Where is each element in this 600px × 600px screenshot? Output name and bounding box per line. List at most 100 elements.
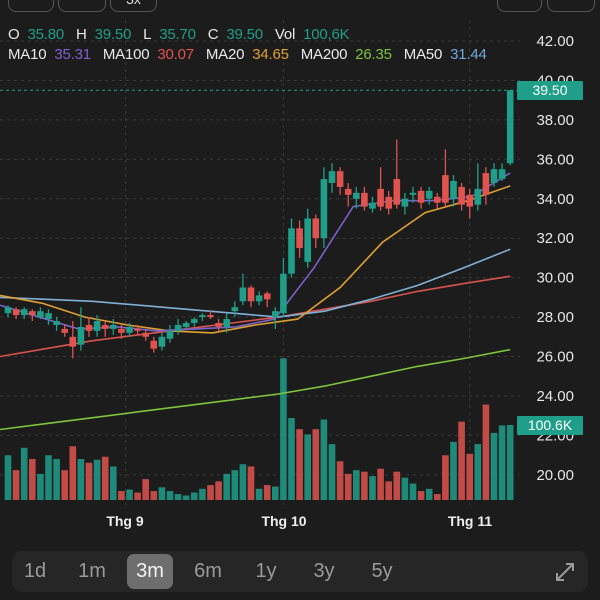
volume-bar [45,455,52,500]
ma200-label: MA200 26.35 [300,46,392,63]
volume-bar [296,429,303,500]
volume-bar [110,466,117,500]
volume-label: Vol 100,6K [274,26,350,43]
candle-body [280,273,287,314]
volume-bar [442,455,449,500]
range-1y[interactable]: 1y [243,554,289,589]
volume-bar [53,458,60,500]
ma-line-ma200 [0,348,511,431]
x-label-thg11: Thg 11 [447,513,493,529]
candle-body [134,328,141,331]
candle-body [328,171,336,183]
candle-body [239,287,247,302]
volume-bar [320,419,328,500]
range-3m[interactable]: 3m [127,554,173,589]
candle-body [182,322,190,327]
candle-body [401,198,409,207]
volume-bar [280,358,287,500]
y-tick-label: 24.00 [536,388,574,405]
candle-body [126,326,133,333]
volume-bar [20,447,28,500]
candle-body [12,309,20,316]
open-label: O 35.80 [8,26,64,43]
volume-bar [425,488,433,500]
candle-body [118,328,125,333]
volume-bar [344,473,352,500]
ma-line-ma20 [0,185,511,334]
volume-bar [239,464,247,500]
volume-bar [199,488,206,500]
candle-body [77,326,85,345]
range-1m[interactable]: 1m [69,554,115,589]
candle-body [385,196,392,209]
range-3y[interactable]: 3y [301,554,347,589]
volume-bar [207,485,214,500]
range-1d[interactable]: 1d [12,554,58,589]
volume-bar [417,491,425,500]
candle-body [272,311,279,318]
volume-bar [255,488,263,500]
y-tick-label: 32.00 [536,230,574,247]
candle-body [255,295,263,302]
volume-bar [409,483,417,500]
price-chart[interactable]: 42.0040.0038.0036.0034.0032.0030.0028.00… [0,0,600,545]
volume-bar [158,487,166,500]
ma-line-ma10 [0,172,511,332]
candle-body [85,324,93,331]
candle-body [110,324,117,329]
ma-line-ma100 [0,275,511,358]
candle-body [93,321,101,331]
top-button-2[interactable] [58,0,106,12]
candle-body [450,181,457,199]
volume-bar [29,458,36,500]
volume-bar [231,470,239,500]
volume-bar [490,432,498,500]
volume-bar [69,446,77,500]
top-button-right-1[interactable] [497,0,542,12]
candle-body [20,309,28,316]
candle-body [231,307,239,312]
y-tick-label: 38.00 [536,112,574,129]
last-price-tag: 39.50 [517,81,583,100]
candle-body [377,188,384,207]
volume-bar [77,458,85,500]
volume-bar [401,477,409,500]
candle-body [434,196,441,203]
range-5y[interactable]: 5y [359,554,405,589]
candle-body [215,322,222,327]
volume-bar [4,455,12,500]
ma-readout: MA10 35.31 MA100 30.07 MA20 34.65 MA200 … [8,46,495,63]
candle-body [353,192,360,199]
candle-body [158,336,166,347]
volume-bar [37,473,44,500]
close-label: C 39.50 [207,26,263,43]
candle-body [336,171,344,187]
candle-body [166,330,174,339]
top-button-right-2[interactable] [547,0,595,12]
y-tick-label: 30.00 [536,270,574,287]
candle-body [69,336,77,347]
low-label: L 35.70 [143,26,196,43]
candle-body [207,315,214,318]
candle-body [417,190,425,203]
candle-body [482,173,490,195]
volume-bar [458,421,465,500]
x-label-thg9: Thg 9 [106,513,144,529]
candle-body [101,324,109,329]
volume-bar [263,485,271,500]
expand-icon[interactable] [554,561,576,583]
top-button-interval[interactable]: 3x [110,0,157,12]
volume-bar [118,491,125,500]
candle-body [409,192,417,195]
candle-body [247,287,255,302]
volume-bar [336,461,344,500]
volume-bar [126,489,133,500]
candle-body [393,179,401,205]
volume-bar [328,444,336,500]
range-6m[interactable]: 6m [185,554,231,589]
volume-bar [353,470,360,500]
top-button-1[interactable] [8,0,54,12]
volume-bar [247,466,255,500]
candle-body [498,169,506,180]
candle-body [191,319,198,323]
